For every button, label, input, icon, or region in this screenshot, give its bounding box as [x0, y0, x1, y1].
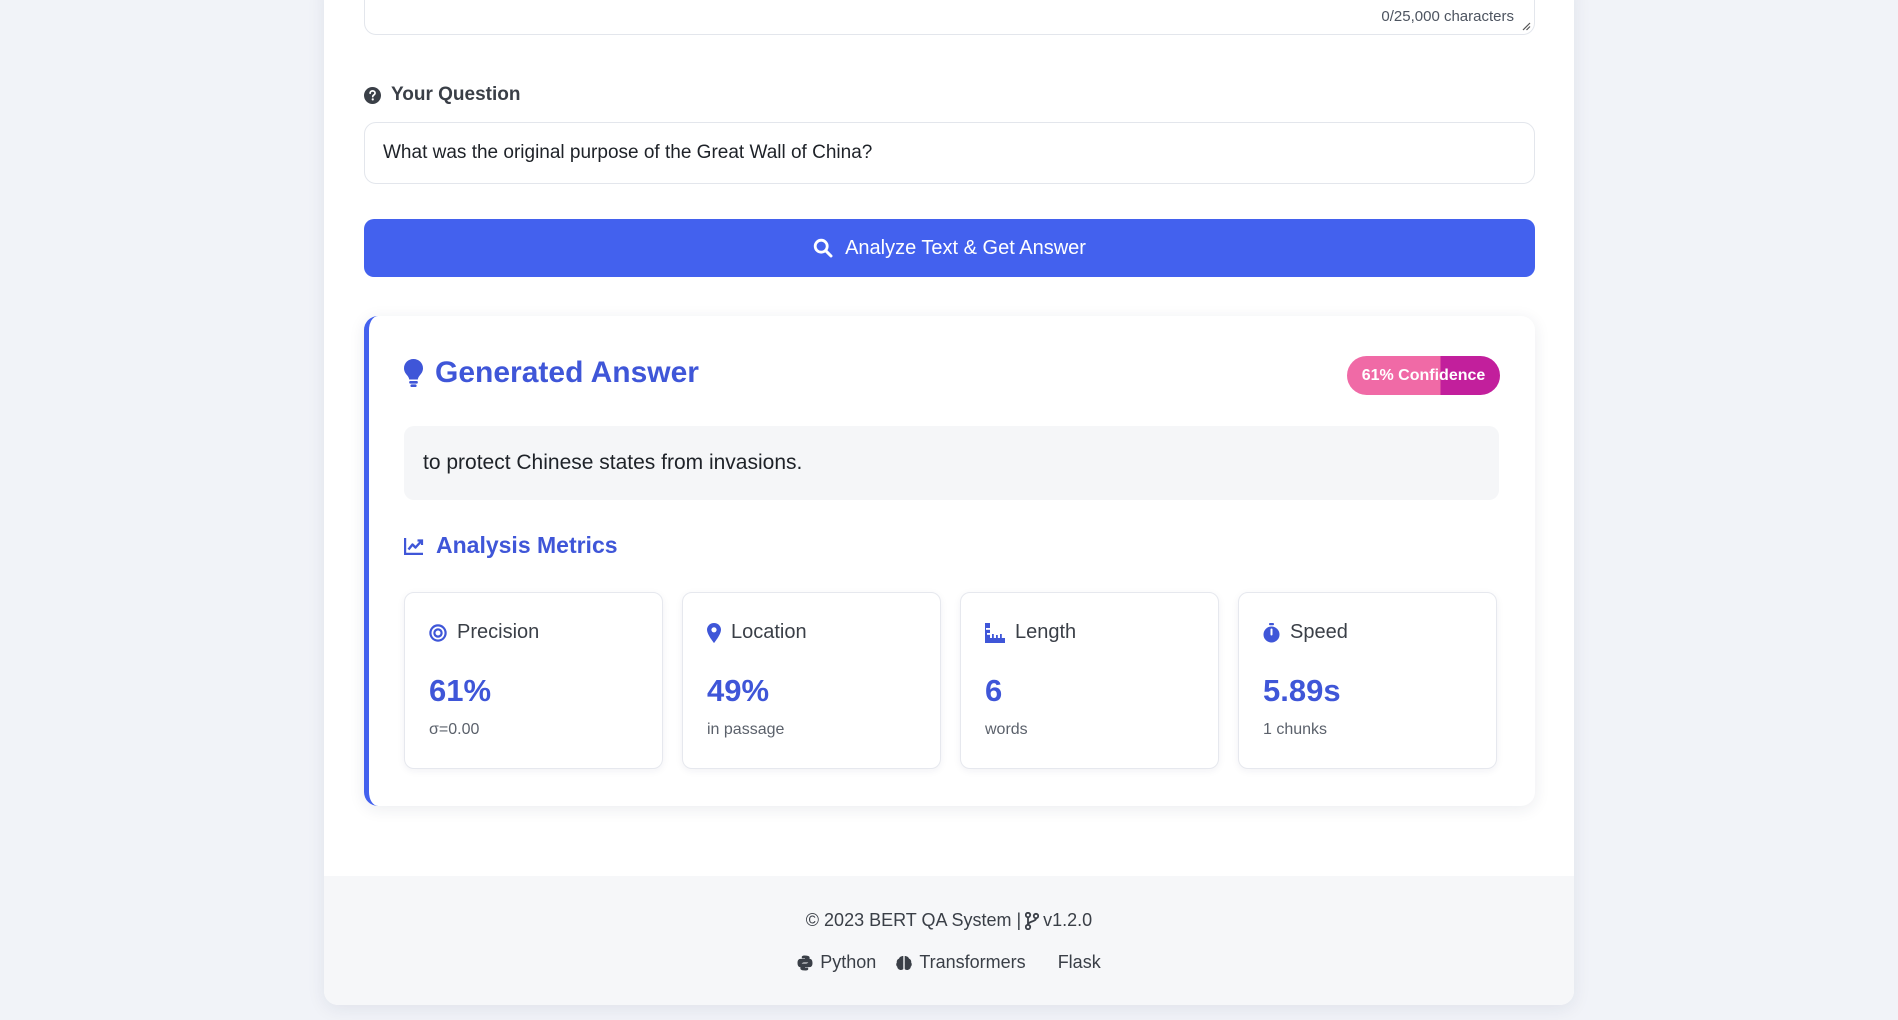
- search-icon: [813, 238, 833, 258]
- brain-icon: [896, 955, 913, 970]
- metric-value: 6: [985, 673, 1003, 708]
- tech-flask: Flask: [1058, 952, 1101, 973]
- metric-value: 5.89s: [1263, 673, 1341, 708]
- answer-title: Generated Answer: [404, 356, 699, 390]
- answer-panel: Generated Answer 61% Confidence to prote…: [364, 316, 1535, 806]
- tech-python: Python: [797, 952, 876, 973]
- metric-card-speed: Speed 5.89s 1 chunks: [1238, 592, 1497, 769]
- metric-label: Precision: [457, 621, 540, 643]
- question-label: Your Question: [364, 84, 520, 106]
- target-icon: [429, 623, 447, 642]
- analyze-button-label: Analyze Text & Get Answer: [845, 236, 1086, 259]
- ruler-icon: [985, 622, 1005, 643]
- metric-label: Length: [1015, 621, 1077, 643]
- metric-value: 61%: [429, 673, 492, 708]
- metric-header: Location: [707, 621, 807, 644]
- metric-subtext: in passage: [707, 721, 785, 738]
- question-circle-icon: [364, 86, 381, 104]
- metric-subtext: σ=0.00: [429, 721, 480, 738]
- metric-card-length: Length 6 words: [960, 592, 1219, 769]
- metric-value: 49%: [707, 673, 770, 708]
- python-icon: [797, 955, 813, 970]
- stopwatch-icon: [1263, 622, 1280, 642]
- footer-copyright-line: © 2023 BERT QA System | v1.2.0: [324, 910, 1574, 931]
- metric-card-location: Location 49% in passage: [682, 592, 941, 769]
- footer-tech-line: Python Transformers Flask: [324, 952, 1574, 973]
- question-label-text: Your Question: [391, 84, 521, 105]
- analyze-button[interactable]: Analyze Text & Get Answer: [364, 219, 1535, 277]
- version-text: v1.2.0: [1043, 910, 1093, 930]
- main-card: 0/25,000 characters Your Question Analyz…: [324, 0, 1574, 1005]
- metrics-title: Analysis Metrics: [404, 532, 618, 559]
- answer-text: to protect Chinese states from invasions…: [404, 426, 1499, 500]
- chart-line-icon: [404, 537, 424, 555]
- tech-label: Flask: [1057, 952, 1101, 972]
- code-branch-icon: [1025, 911, 1040, 930]
- question-input[interactable]: [364, 122, 1535, 184]
- metric-subtext: words: [985, 721, 1028, 738]
- metric-label: Location: [731, 621, 807, 643]
- lightbulb-icon: [404, 359, 423, 387]
- metric-header: Length: [985, 621, 1076, 644]
- copyright-text: © 2023 BERT QA System |: [805, 910, 1022, 930]
- metric-subtext: 1 chunks: [1263, 721, 1328, 738]
- metric-header: Speed: [1263, 621, 1348, 644]
- tech-label: Python: [820, 952, 877, 972]
- passage-textarea[interactable]: 0/25,000 characters: [364, 0, 1535, 35]
- answer-title-text: Generated Answer: [435, 356, 699, 389]
- footer: © 2023 BERT QA System | v1.2.0 Python Tr…: [324, 876, 1574, 1005]
- metrics-title-text: Analysis Metrics: [436, 532, 618, 558]
- metric-label: Speed: [1290, 621, 1348, 643]
- character-counter: 0/25,000 characters: [1381, 8, 1514, 25]
- map-pin-icon: [707, 622, 721, 643]
- confidence-badge: 61% Confidence: [1347, 356, 1500, 395]
- tech-transformers: Transformers: [896, 952, 1026, 973]
- metric-header: Precision: [429, 621, 539, 644]
- resize-grip-icon[interactable]: [1521, 21, 1531, 31]
- metric-card-precision: Precision 61% σ=0.00: [404, 592, 663, 769]
- tech-label: Transformers: [919, 952, 1026, 972]
